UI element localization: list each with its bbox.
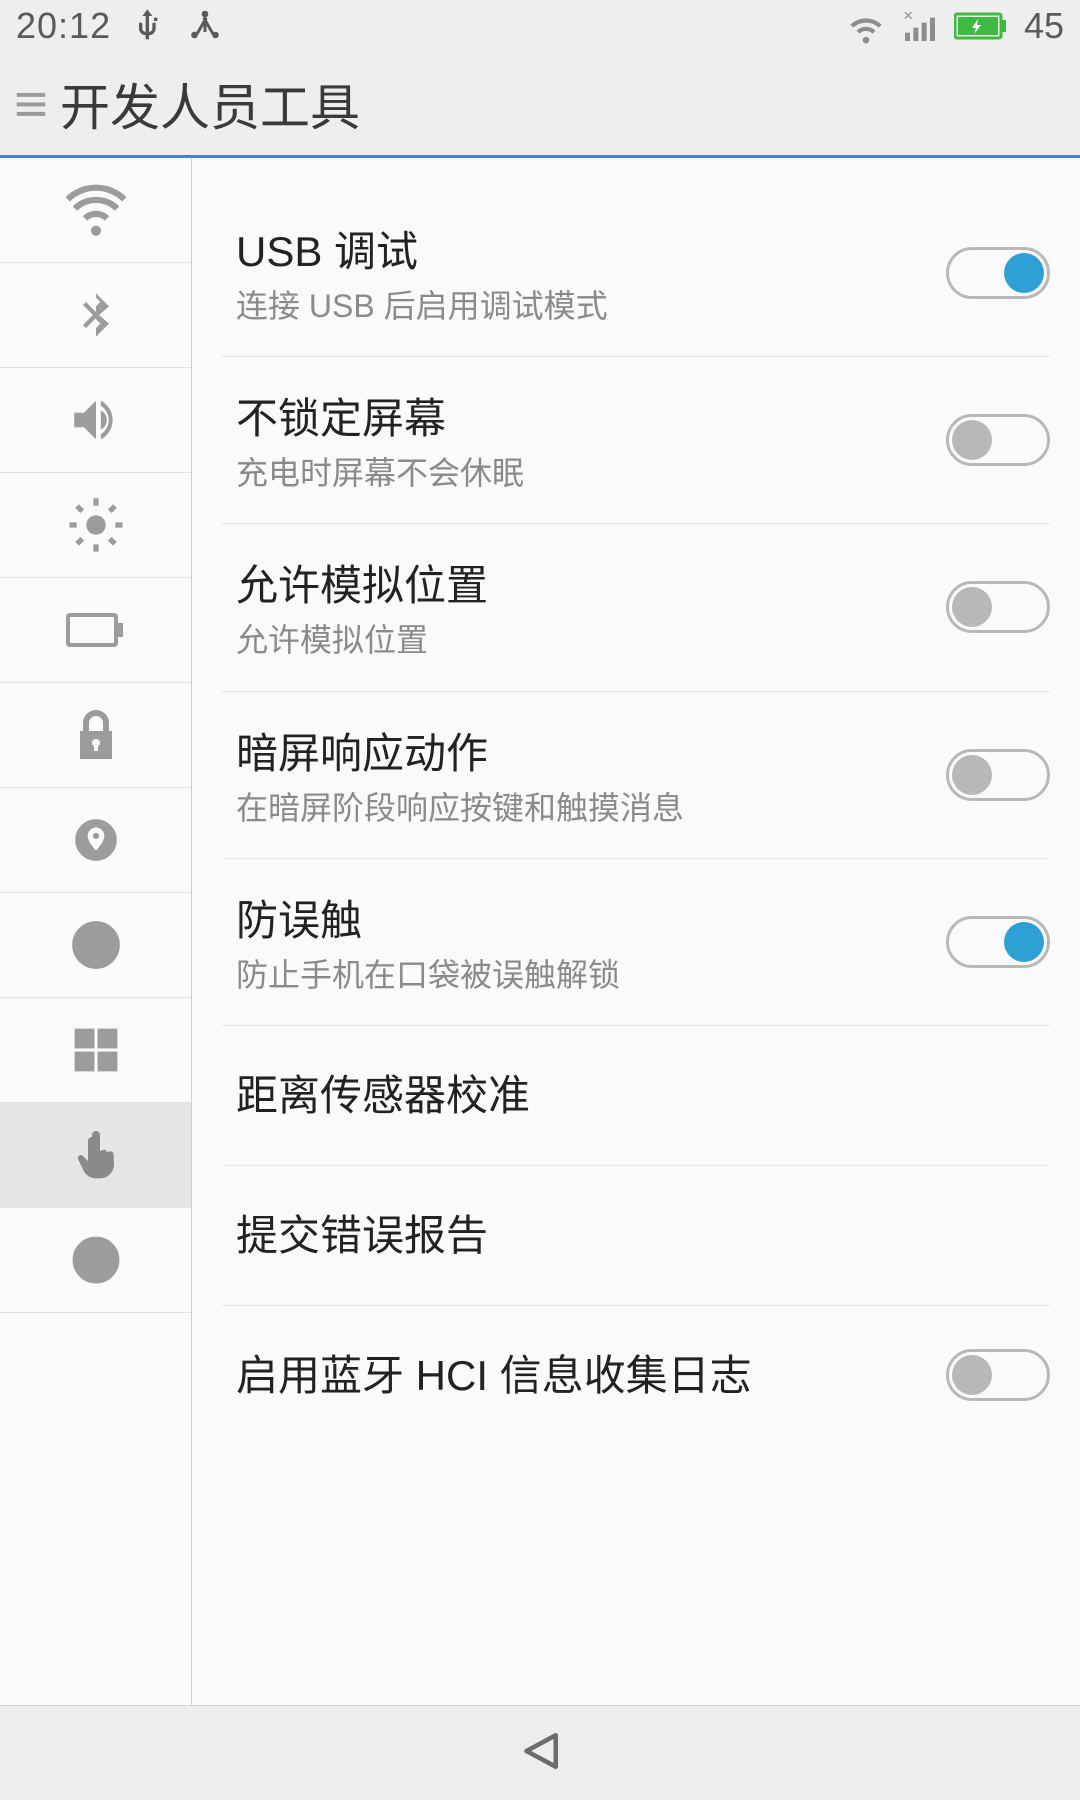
setting-title: USB 调试 bbox=[236, 218, 926, 279]
menu-icon[interactable] bbox=[12, 85, 50, 123]
content-area: USB 调试 连接 USB 后启用调试模式 不锁定屏幕 充电时屏幕不会休眠 允许… bbox=[0, 158, 1080, 1705]
setting-dark-screen-response[interactable]: 暗屏响应动作 在暗屏阶段响应按键和触摸消息 bbox=[222, 691, 1050, 858]
setting-bug-report[interactable]: 提交错误报告 bbox=[222, 1165, 1050, 1305]
sidebar-location[interactable] bbox=[0, 788, 191, 893]
toggle-usb-debug[interactable] bbox=[946, 247, 1050, 299]
toggle-pocket-touch[interactable] bbox=[946, 916, 1050, 968]
settings-list: USB 调试 连接 USB 后启用调试模式 不锁定屏幕 充电时屏幕不会休眠 允许… bbox=[192, 158, 1080, 1705]
sidebar-apps[interactable] bbox=[0, 998, 191, 1103]
setting-pocket-touch[interactable]: 防误触 防止手机在口袋被误触解锁 bbox=[222, 858, 1050, 1025]
usb-icon bbox=[129, 6, 169, 46]
system-navbar bbox=[0, 1705, 1080, 1800]
setting-sub: 在暗屏阶段响应按键和触摸消息 bbox=[236, 787, 926, 830]
setting-title: 距离传感器校准 bbox=[236, 1062, 1030, 1123]
share-icon bbox=[187, 8, 223, 44]
sidebar-lock[interactable] bbox=[0, 683, 191, 788]
toggle-stay-awake[interactable] bbox=[946, 414, 1050, 466]
sidebar bbox=[0, 158, 192, 1705]
battery-icon bbox=[954, 11, 1010, 41]
setting-sub: 连接 USB 后启用调试模式 bbox=[236, 285, 926, 328]
setting-proximity-calibration[interactable]: 距离传感器校准 bbox=[222, 1025, 1050, 1165]
status-time: 20:12 bbox=[16, 5, 111, 47]
setting-bluetooth-hci[interactable]: 启用蓝牙 HCI 信息收集日志 bbox=[222, 1305, 1050, 1445]
setting-title: 暗屏响应动作 bbox=[236, 720, 926, 781]
setting-title: 防误触 bbox=[236, 887, 926, 948]
status-battery-level: 45 bbox=[1024, 5, 1064, 47]
sidebar-battery[interactable] bbox=[0, 578, 191, 683]
back-button[interactable] bbox=[513, 1724, 567, 1783]
sidebar-globe[interactable] bbox=[0, 893, 191, 998]
sidebar-info[interactable] bbox=[0, 1208, 191, 1313]
page-title: 开发人员工具 bbox=[60, 68, 360, 140]
setting-sub: 防止手机在口袋被误触解锁 bbox=[236, 954, 926, 997]
toggle-bluetooth-hci[interactable] bbox=[946, 1349, 1050, 1401]
toggle-mock-location[interactable] bbox=[946, 581, 1050, 633]
setting-sub: 充电时屏幕不会休眠 bbox=[236, 452, 926, 495]
sidebar-sound[interactable] bbox=[0, 368, 191, 473]
status-bar: 20:12 × 45 bbox=[0, 0, 1080, 52]
signal-icon: × bbox=[900, 6, 940, 46]
setting-title: 允许模拟位置 bbox=[236, 552, 926, 613]
setting-usb-debug[interactable]: USB 调试 连接 USB 后启用调试模式 bbox=[192, 158, 1080, 356]
setting-title: 提交错误报告 bbox=[236, 1202, 1030, 1263]
setting-stay-awake[interactable]: 不锁定屏幕 充电时屏幕不会休眠 bbox=[222, 356, 1050, 523]
setting-title: 启用蓝牙 HCI 信息收集日志 bbox=[236, 1342, 926, 1403]
app-header: 开发人员工具 bbox=[0, 52, 1080, 158]
toggle-dark-screen[interactable] bbox=[946, 749, 1050, 801]
sidebar-wifi[interactable] bbox=[0, 158, 191, 263]
setting-title: 不锁定屏幕 bbox=[236, 385, 926, 446]
setting-sub: 允许模拟位置 bbox=[236, 619, 926, 662]
svg-text:×: × bbox=[903, 6, 913, 25]
sidebar-brightness[interactable] bbox=[0, 473, 191, 578]
sidebar-touch[interactable] bbox=[0, 1103, 191, 1208]
setting-mock-location[interactable]: 允许模拟位置 允许模拟位置 bbox=[222, 523, 1050, 690]
sidebar-bluetooth[interactable] bbox=[0, 263, 191, 368]
wifi-icon bbox=[846, 6, 886, 46]
